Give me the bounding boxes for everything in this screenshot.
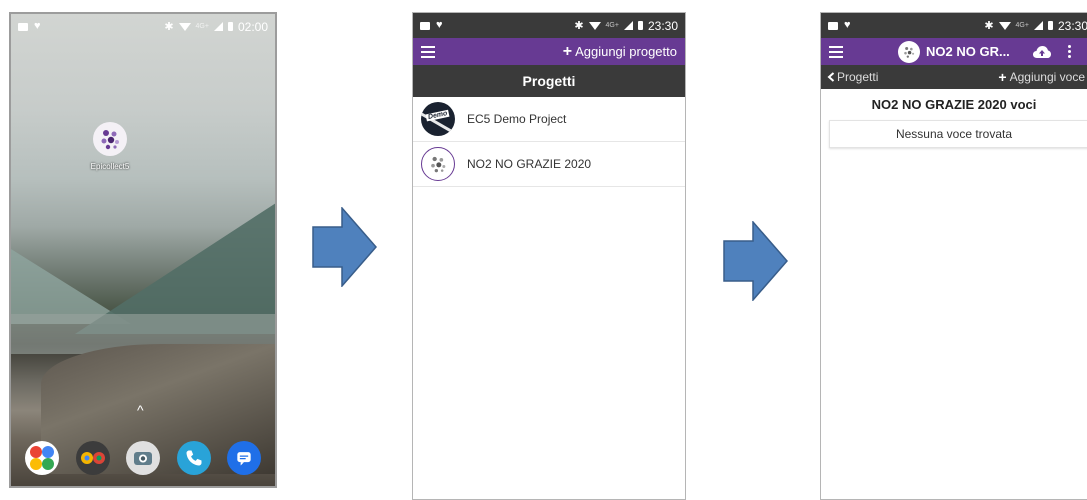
status-time: 02:00	[237, 19, 268, 34]
status-bar: ♥ ✱ 4G+ 23:30	[821, 13, 1087, 38]
no2-project-logo-icon	[421, 147, 455, 181]
demo-project-logo-icon: Demo	[421, 102, 455, 136]
battery-icon	[637, 21, 643, 30]
gallery-notification-icon	[420, 21, 430, 30]
app-toolbar: NO2 NO GR...	[821, 38, 1087, 65]
projects-list-phone: ♥ ✱ 4G+ 23:30 + Aggiungi progetto Proget…	[412, 12, 686, 500]
network-type: 4G+	[195, 23, 209, 30]
flow-arrow-right	[312, 207, 377, 287]
google-apps-folder-icon[interactable]	[25, 441, 59, 475]
project-name: NO2 NO GRAZIE 2020	[467, 157, 592, 171]
signal-icon	[1033, 21, 1043, 30]
flow-arrow-right	[723, 221, 788, 301]
app-toolbar: + Aggiungi progetto	[413, 38, 685, 65]
bluetooth-icon: ✱	[164, 21, 174, 33]
empty-entries-message: Nessuna voce trovata	[895, 127, 1013, 141]
battery-icon	[1047, 21, 1053, 30]
phone-icon[interactable]	[176, 441, 211, 475]
status-time: 23:30	[1057, 18, 1087, 33]
add-entry-label: Aggiungi voce	[1009, 70, 1085, 84]
plus-icon: +	[998, 69, 1007, 85]
home-screen-phone: ♥ ✱ 4G+ 02:00 Epicollect5 ^	[9, 12, 277, 488]
battery-icon	[227, 22, 233, 31]
bluetooth-icon: ✱	[574, 20, 584, 32]
project-logo-icon	[898, 40, 920, 63]
add-entry-button[interactable]: + Aggiungi voce	[998, 69, 1085, 85]
gallery-notification-icon	[828, 21, 838, 30]
camera-icon[interactable]	[126, 441, 160, 475]
epicollect-app-icon[interactable]	[93, 122, 127, 156]
wifi-icon	[998, 21, 1011, 30]
bluetooth-icon: ✱	[984, 20, 994, 32]
wallpaper-mountain-right	[75, 184, 275, 334]
wifi-icon	[588, 21, 601, 30]
back-to-projects-button[interactable]: Progetti	[827, 70, 878, 84]
menu-icon[interactable]	[421, 45, 435, 58]
add-project-label: Aggiungi progetto	[575, 44, 677, 59]
project-row-ec5-demo[interactable]: Demo EC5 Demo Project	[413, 97, 685, 142]
signal-icon	[213, 22, 223, 31]
network-type: 4G+	[605, 22, 619, 29]
status-bar: ♥ ✱ 4G+ 23:30	[413, 13, 685, 38]
chrome-duo-folder-icon[interactable]	[75, 441, 110, 475]
menu-icon[interactable]	[829, 45, 843, 58]
chevron-left-icon	[827, 72, 835, 82]
status-time: 23:30	[647, 18, 678, 33]
plus-icon: +	[562, 42, 573, 60]
entries-subnav: Progetti + Aggiungi voce	[821, 65, 1087, 89]
projects-header: Progetti	[413, 65, 685, 97]
status-bar: ♥ ✱ 4G+ 02:00	[11, 14, 275, 39]
add-project-button[interactable]: + Aggiungi progetto	[562, 42, 677, 60]
back-label: Progetti	[837, 70, 879, 84]
epicollect-logo-icon	[101, 130, 119, 150]
project-title-text: NO2 NO GR...	[926, 44, 1010, 59]
heart-notification-icon: ♥	[34, 20, 41, 32]
messages-icon[interactable]	[227, 441, 261, 475]
home-dock	[25, 438, 261, 478]
app-drawer-caret-icon[interactable]: ^	[137, 402, 144, 418]
wifi-icon	[178, 22, 191, 31]
cloud-upload-icon[interactable]	[1032, 45, 1052, 59]
project-row-no2[interactable]: NO2 NO GRAZIE 2020	[413, 142, 685, 187]
empty-entries-card: Nessuna voce trovata	[829, 120, 1087, 148]
project-title: NO2 NO GR...	[898, 40, 1010, 63]
entries-title: NO2 NO GRAZIE 2020 voci	[871, 97, 1037, 112]
project-name: EC5 Demo Project	[467, 112, 567, 126]
project-entries-phone: ♥ ✱ 4G+ 23:30 NO2 NO GR... Progetti + Ag…	[820, 12, 1087, 500]
gallery-notification-icon	[18, 22, 28, 31]
signal-icon	[623, 21, 633, 30]
heart-notification-icon: ♥	[436, 19, 443, 31]
heart-notification-icon: ♥	[844, 19, 851, 31]
network-type: 4G+	[1015, 22, 1029, 29]
more-options-icon[interactable]	[1067, 45, 1071, 58]
epicollect-app-label: Epicollect5	[90, 162, 130, 171]
